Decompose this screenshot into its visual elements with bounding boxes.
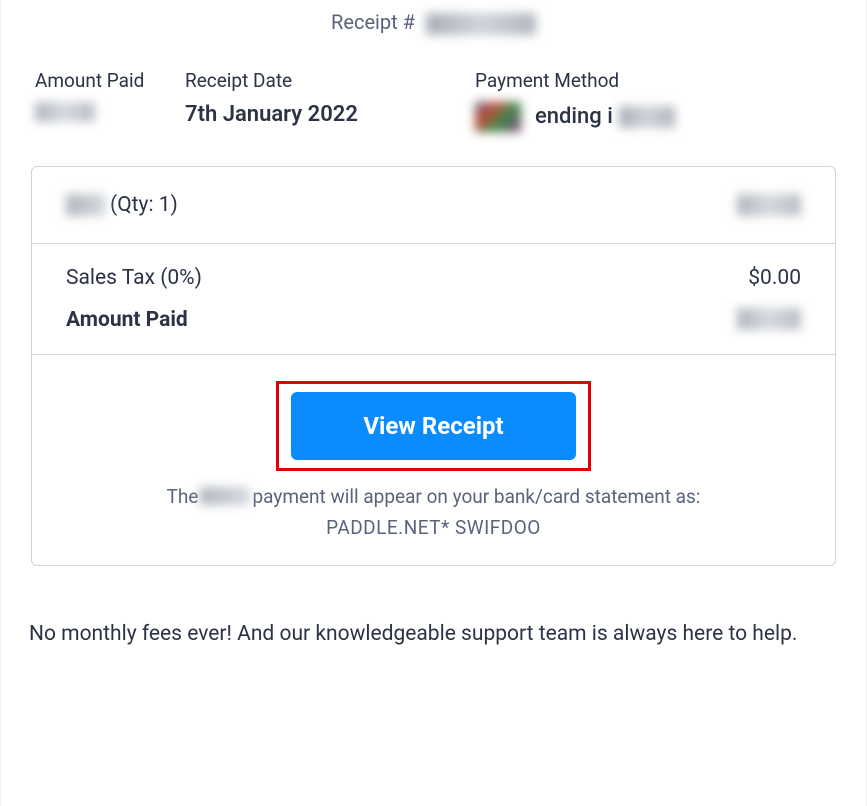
statement-redacted (200, 487, 250, 505)
receipt-date-value: 7th January 2022 (185, 102, 475, 127)
footer-text: No monthly fees ever! And our knowledgea… (29, 618, 838, 651)
sales-tax-row: Sales Tax (0%) $0.00 (66, 266, 801, 290)
line-item-qty: (Qty: 1) (110, 193, 178, 217)
highlight-box: View Receipt (276, 381, 590, 471)
summary-row: Amount Paid Receipt Date 7th January 202… (11, 69, 856, 166)
receipt-number-label: Receipt # (331, 10, 415, 34)
card-last4-redacted (619, 106, 675, 128)
receipt-number-header: Receipt # (11, 10, 856, 35)
line-item-price-redacted (737, 194, 801, 216)
amount-paid-row: Amount Paid (66, 308, 801, 332)
statement-descriptor: PADDLE.NET* SWIFDOO (32, 516, 835, 539)
view-receipt-button[interactable]: View Receipt (291, 392, 575, 460)
statement-line: The payment will appear on your bank/car… (32, 485, 835, 508)
statement-suffix: payment will appear on your bank/card st… (252, 485, 700, 508)
receipt-date-label: Receipt Date (185, 69, 475, 92)
summary-method-col: Payment Method ending i (475, 69, 675, 132)
product-name-redacted (66, 194, 106, 216)
line-item-row: (Qty: 1) (32, 167, 835, 244)
summary-amount-col: Amount Paid (35, 69, 185, 132)
amount-paid-total-redacted (737, 308, 801, 330)
payment-method-label: Payment Method (475, 69, 675, 92)
receipt-table: (Qty: 1) Sales Tax (0%) $0.00 Amount Pai… (31, 166, 836, 566)
amount-paid-value (35, 102, 185, 122)
card-brand-icon-redacted (475, 102, 521, 132)
statement-prefix: The (167, 485, 199, 508)
action-section: View Receipt The payment will appear on … (32, 355, 835, 565)
sales-tax-label: Sales Tax (0%) (66, 266, 202, 290)
payment-method-value: ending i (475, 102, 675, 132)
receipt-number-value-redacted (426, 13, 536, 35)
amount-paid-redacted (35, 102, 95, 122)
amount-paid-total-label: Amount Paid (66, 308, 188, 332)
sales-tax-value: $0.00 (748, 266, 801, 290)
card-ending-text: ending i (535, 104, 613, 129)
totals-section: Sales Tax (0%) $0.00 Amount Paid (32, 244, 835, 355)
amount-paid-label: Amount Paid (35, 69, 185, 92)
summary-date-col: Receipt Date 7th January 2022 (185, 69, 475, 132)
